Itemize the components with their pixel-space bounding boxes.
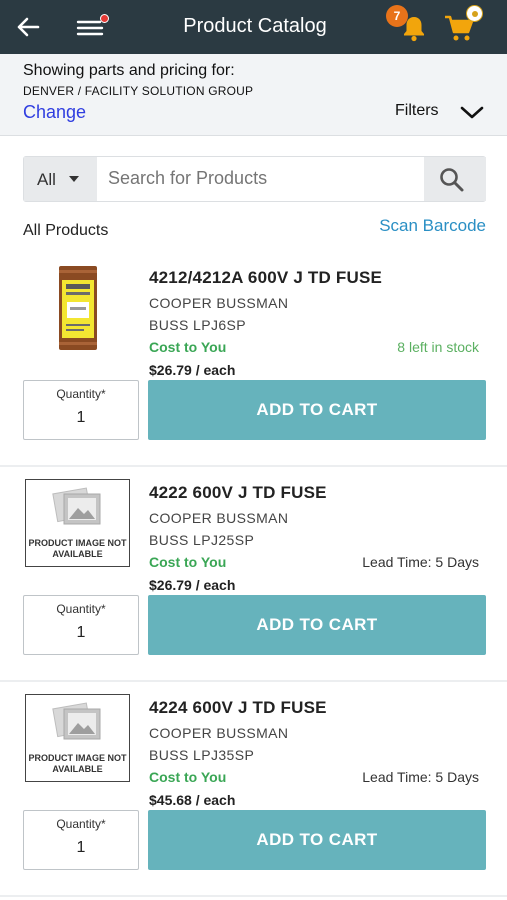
product-name[interactable]: 4224 600V J TD FUSE: [149, 698, 327, 718]
search-scope-label: All: [37, 170, 56, 189]
product-name[interactable]: 4212/4212A 600V J TD FUSE: [149, 268, 382, 288]
quantity-input[interactable]: [24, 839, 138, 857]
product-card: PRODUCT IMAGE NOT AVAILABLE 4222 600V J …: [0, 467, 507, 682]
product-brand: COOPER BUSSMAN: [149, 295, 289, 311]
search-input[interactable]: [108, 168, 418, 189]
stock-status: 8 left in stock: [397, 339, 479, 355]
quantity-label: Quantity*: [56, 387, 106, 401]
product-price: $26.79 / each: [149, 362, 236, 378]
image-placeholder-icon: [52, 702, 101, 740]
product-name[interactable]: 4222 600V J TD FUSE: [149, 483, 327, 503]
location-name: DENVER / FACILITY SOLUTION GROUP: [23, 84, 254, 98]
quantity-input[interactable]: [24, 409, 138, 427]
product-image-placeholder: PRODUCT IMAGE NOT AVAILABLE: [25, 694, 130, 782]
product-card: 4212/4212A 600V J TD FUSE COOPER BUSSMAN…: [0, 252, 507, 467]
placeholder-text: PRODUCT IMAGE NOT AVAILABLE: [28, 753, 127, 774]
filters-button[interactable]: Filters: [395, 102, 439, 120]
product-price: $26.79 / each: [149, 577, 236, 593]
pricing-heading: Showing parts and pricing for:: [23, 62, 235, 79]
page-title: Product Catalog: [183, 15, 327, 37]
product-part-number: BUSS LPJ25SP: [149, 532, 255, 548]
product-card: PRODUCT IMAGE NOT AVAILABLE 4224 600V J …: [0, 682, 507, 897]
lead-time: Lead Time: 5 Days: [362, 769, 479, 785]
placeholder-text: PRODUCT IMAGE NOT AVAILABLE: [28, 538, 127, 559]
quantity-field[interactable]: Quantity*: [23, 595, 139, 655]
lead-time: Lead Time: 5 Days: [362, 554, 479, 570]
product-part-number: BUSS LPJ6SP: [149, 317, 246, 333]
quantity-input[interactable]: [24, 624, 138, 642]
cost-label: Cost to You: [149, 339, 227, 355]
cost-label: Cost to You: [149, 554, 227, 570]
cost-label: Cost to You: [149, 769, 227, 785]
chevron-down-icon[interactable]: [458, 102, 486, 122]
menu-notification-dot: [100, 14, 109, 23]
change-location-link[interactable]: Change: [23, 102, 86, 123]
add-to-cart-button[interactable]: ADD TO CART: [148, 595, 486, 655]
quantity-label: Quantity*: [56, 817, 106, 831]
product-brand: COOPER BUSSMAN: [149, 510, 289, 526]
product-image-placeholder: PRODUCT IMAGE NOT AVAILABLE: [25, 479, 130, 567]
pricing-location-panel: Showing parts and pricing for: DENVER / …: [0, 54, 507, 136]
hamburger-menu-icon[interactable]: [76, 14, 109, 40]
quantity-field[interactable]: Quantity*: [23, 810, 139, 870]
search-bar: All: [23, 156, 486, 202]
caret-down-icon: [69, 176, 79, 182]
scan-barcode-link[interactable]: Scan Barcode: [379, 216, 486, 236]
product-part-number: BUSS LPJ35SP: [149, 747, 255, 763]
image-placeholder-icon: [52, 487, 101, 525]
app-bar: Product Catalog 7: [0, 0, 507, 54]
search-scope-dropdown[interactable]: All: [24, 157, 97, 201]
quantity-field[interactable]: Quantity*: [23, 380, 139, 440]
product-image: [59, 266, 97, 350]
search-button[interactable]: [424, 157, 486, 201]
quantity-label: Quantity*: [56, 602, 106, 616]
listing-heading: All Products: [23, 222, 109, 239]
cart-badge: [466, 5, 483, 22]
search-icon: [440, 168, 464, 192]
add-to-cart-button[interactable]: ADD TO CART: [148, 810, 486, 870]
notification-count-badge: 7: [386, 5, 408, 27]
add-to-cart-button[interactable]: ADD TO CART: [148, 380, 486, 440]
product-brand: COOPER BUSSMAN: [149, 725, 289, 741]
product-price: $45.68 / each: [149, 792, 236, 808]
arrow-left-icon[interactable]: [14, 13, 42, 41]
